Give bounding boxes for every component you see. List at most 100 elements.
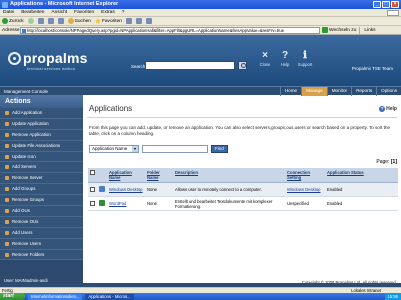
forward-arrow-icon (27, 18, 34, 24)
maximize-button[interactable]: □ (382, 1, 390, 8)
sidebar-item-add-ous[interactable]: Add OUs (0, 206, 83, 217)
address-input[interactable]: http://localhost/console/NPPagedQuery.as… (20, 26, 320, 34)
address-bar: Adresse http://localhost/console/NPPaged… (0, 26, 401, 35)
application-name-link[interactable]: Windows Desktop (109, 187, 143, 192)
menu-favoriten[interactable]: Favoriten (74, 9, 94, 16)
header-close-button[interactable]: × Close (258, 50, 272, 67)
filter-row: Application Name ▼ Find (89, 145, 228, 153)
web-page: propalms terminal services edition Searc… (0, 35, 401, 287)
sidebar-item-remove-groups[interactable]: Remove Groups (0, 195, 83, 207)
sidebar-item-add-users[interactable]: Add Users (0, 227, 83, 239)
sidebar-item-remove-ous[interactable]: Remove OUs (0, 216, 83, 228)
connection-setting-link[interactable]: Windows Desktop (287, 187, 321, 192)
row-checkbox[interactable] (90, 186, 95, 192)
go-button[interactable]: Wechseln zu (322, 27, 356, 33)
table-row: WordPad None Erstellt und bearbeitet Tex… (88, 196, 398, 211)
column-application-name[interactable]: Application Name (107, 168, 145, 183)
header-search-input[interactable] (145, 61, 235, 70)
row-checkbox[interactable] (90, 200, 95, 206)
menu-help[interactable]: ? (122, 9, 125, 16)
menu-datei[interactable]: Datei (3, 9, 14, 16)
windows-logo-icon (387, 10, 399, 16)
info-icon: ℹ (303, 50, 307, 61)
mail-icon[interactable] (135, 18, 142, 24)
close-button[interactable]: × (391, 1, 399, 8)
status-cell: Enabled (325, 196, 398, 211)
minimize-button[interactable]: _ (373, 1, 381, 8)
address-label: Adresse (2, 27, 20, 33)
refresh-icon[interactable] (47, 18, 54, 24)
table-row: Windows Desktop None Allows user to remo… (88, 182, 398, 197)
system-clock: 15:59 (384, 293, 401, 300)
search-button[interactable]: Suchen (67, 18, 91, 24)
description-cell: Allows user to remotely connect to a com… (173, 182, 285, 197)
find-button[interactable]: Find (211, 145, 228, 153)
links-button[interactable]: Links (364, 28, 375, 33)
applications-table: Application Name Folder Name Description… (88, 168, 398, 211)
tagline: terminal services edition (27, 67, 76, 71)
sidebar-item-remove-users[interactable]: Remove Users (0, 238, 83, 250)
help-button[interactable]: ? Help (379, 106, 397, 112)
help-icon: ? (379, 106, 386, 112)
sidebar-item-update-icon[interactable]: Update Icon (0, 151, 83, 163)
status-cell: Enabled (325, 182, 398, 197)
browser-toolbar: Zurück Suchen Favoriten (0, 17, 401, 26)
sidebar-item-remove-server[interactable]: Remove Server (0, 173, 83, 185)
sidebar-item-add-servers[interactable]: Add Servers (0, 162, 83, 174)
column-application-status[interactable]: Application Status (325, 168, 398, 183)
filter-property-select[interactable]: Application Name ▼ (89, 145, 139, 153)
description-cell: Erstellt und bearbeitet Textdokumente mi… (173, 196, 285, 211)
actions-sidebar: Actions Add Application Update Applicati… (0, 95, 83, 287)
stop-icon[interactable] (37, 18, 44, 24)
page-number-link[interactable]: [1] (391, 159, 397, 165)
select-all-header (88, 168, 97, 183)
page-indicator: Page: [1] (376, 159, 397, 165)
sidebar-item-add-groups[interactable]: Add Groups (0, 184, 83, 196)
column-connection-setting[interactable]: Connection Setting (285, 168, 325, 183)
propalms-logo-icon (8, 51, 21, 65)
header-search-button[interactable] (238, 61, 247, 70)
taskbar: start Internetinformationsdien... Applic… (0, 293, 401, 300)
close-icon: × (262, 50, 268, 61)
propalms-logo: propalms (8, 50, 88, 66)
sidebar-item-update-file-associations[interactable]: Update File Associations (0, 140, 83, 152)
page-icon (22, 28, 26, 33)
favorites-button[interactable]: Favoriten (94, 18, 122, 24)
taskbar-item-applications[interactable]: Applications - Micros... (85, 293, 134, 300)
wordpad-icon (99, 200, 105, 206)
menu-extras[interactable]: Extras (101, 9, 115, 16)
start-button[interactable]: start (0, 293, 25, 300)
star-icon (94, 18, 101, 24)
column-folder-name[interactable]: Folder Name (145, 168, 173, 183)
forward-button[interactable] (27, 18, 34, 24)
ie-icon (2, 1, 8, 8)
app-header: propalms terminal services edition Searc… (0, 35, 401, 86)
sidebar-item-add-application[interactable]: Add Application (0, 108, 83, 119)
windows-desktop-icon (99, 186, 105, 192)
print-icon[interactable] (145, 18, 152, 24)
back-arrow-icon (2, 18, 8, 24)
actions-title: Actions (0, 95, 83, 108)
menu-bearbeiten[interactable]: Bearbeiten (21, 9, 44, 16)
sidebar-item-remove-application[interactable]: Remove Application (0, 129, 83, 141)
menu-bar: Datei Bearbeiten Ansicht Favoriten Extra… (0, 9, 401, 17)
application-name-link[interactable]: WordPad (109, 201, 126, 206)
home-icon[interactable] (57, 18, 64, 24)
sidebar-item-remove-folders[interactable]: Remove Folders (0, 249, 83, 261)
header-support-button[interactable]: ℹ Support (298, 50, 313, 67)
taskbar-item-iis[interactable]: Internetinformationsdien... (28, 293, 83, 300)
go-arrow-icon (322, 27, 328, 33)
filter-input[interactable] (142, 145, 208, 153)
menu-ansicht[interactable]: Ansicht (51, 9, 67, 16)
back-button[interactable]: Zurück (2, 18, 24, 24)
history-icon[interactable] (125, 18, 132, 24)
column-description[interactable]: Description (173, 168, 285, 183)
sidebar-item-update-application[interactable]: Update Application (0, 118, 83, 130)
select-all-checkbox[interactable] (90, 170, 95, 175)
search-icon (67, 18, 74, 24)
folder-cell: None (145, 196, 173, 211)
header-help-button[interactable]: ? Help (278, 50, 292, 67)
chevron-down-icon: ▼ (132, 146, 138, 152)
window-title: Applications - Microsoft Internet Explor… (10, 1, 119, 7)
window-title-bar: Applications - Microsoft Internet Explor… (0, 0, 401, 9)
